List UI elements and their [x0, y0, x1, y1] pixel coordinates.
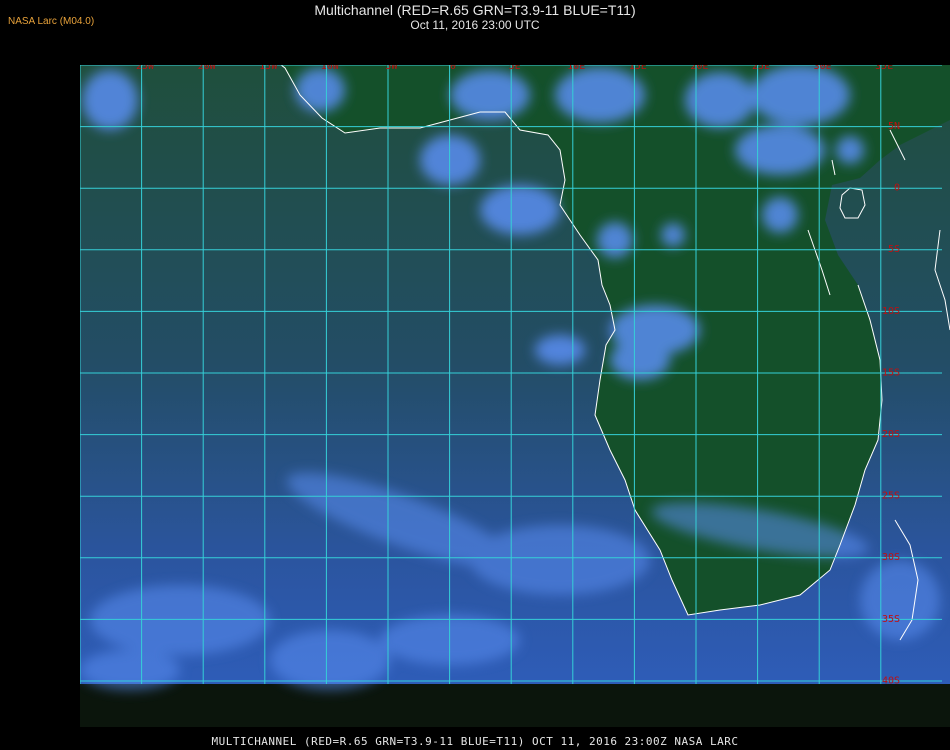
longitude-label: 30E: [814, 61, 832, 72]
longitude-label: 35E: [875, 61, 893, 72]
latitude-label: 0: [894, 183, 900, 194]
latitude-label: 15S: [882, 367, 900, 378]
longitude-label: 20E: [690, 61, 708, 72]
latitude-label: 25S: [882, 491, 900, 502]
latitude-label: 5S: [888, 244, 900, 255]
latitude-label: 40S: [882, 675, 900, 686]
longitude-label: 5E: [509, 61, 521, 72]
longitude-label: 0: [450, 61, 456, 72]
longitude-label: 25E: [752, 61, 770, 72]
latitude-label: 20S: [882, 429, 900, 440]
footer-caption: MULTICHANNEL (RED=R.65 GRN=T3.9-11 BLUE=…: [211, 735, 739, 748]
latitude-label: 35S: [882, 614, 900, 625]
longitude-label: 20W: [198, 61, 217, 72]
longitude-label: 15W: [259, 61, 278, 72]
satellite-map: 25W 20W 15W 10W 5W 0 5E 10E 15E 20E 25E 30E 35E 5N 0 5…: [80, 61, 950, 727]
longitude-label: 15E: [629, 61, 647, 72]
longitude-label: 25W: [136, 61, 155, 72]
latitude-label: 10S: [882, 306, 900, 317]
longitude-label: 5W: [385, 61, 398, 72]
latitude-label: 30S: [882, 552, 900, 563]
longitude-label: 10E: [567, 61, 585, 72]
latitude-label: 5N: [888, 121, 900, 132]
longitude-label: 10W: [321, 61, 340, 72]
